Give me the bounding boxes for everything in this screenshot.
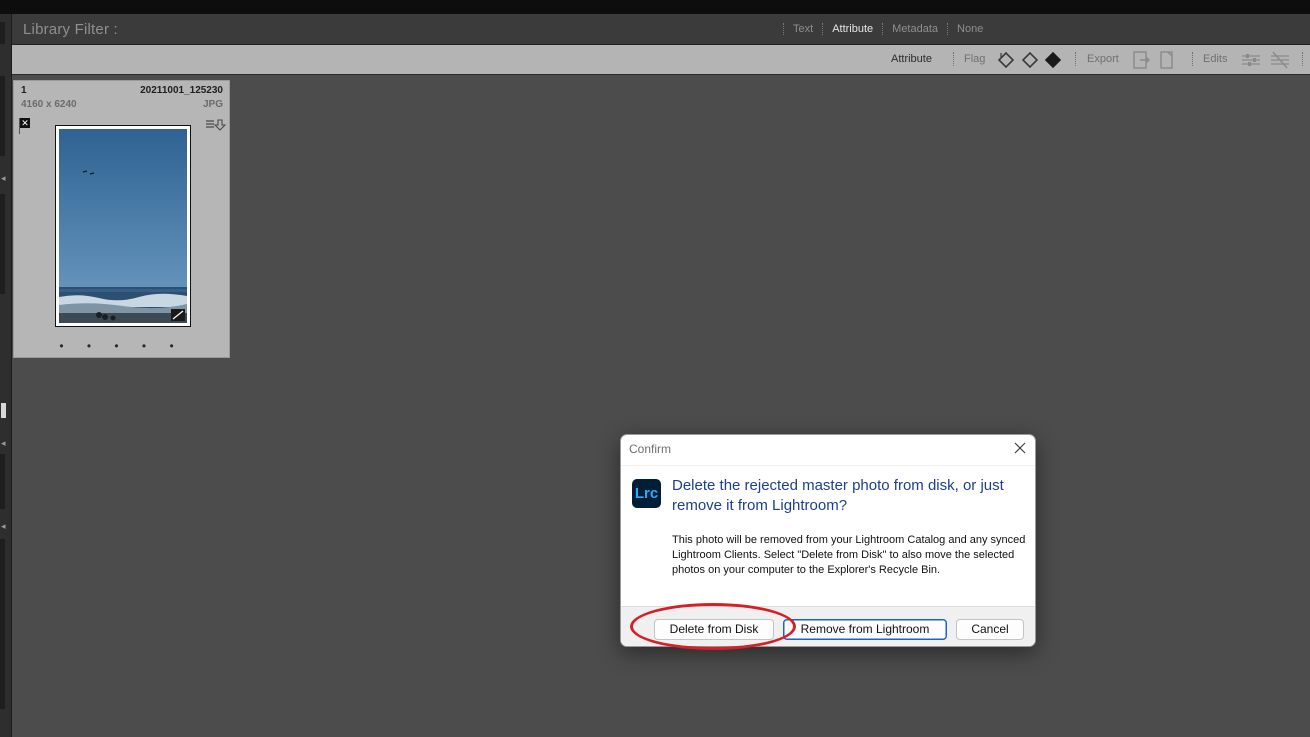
attribute-filter-bar: Attribute Flag Export Edits [12, 45, 1310, 75]
edits-label: Edits [1203, 53, 1228, 65]
panel-scroll-thumb[interactable] [1, 403, 6, 418]
panel-notch [0, 539, 5, 709]
photo-index: 1 [21, 85, 27, 96]
export-edited-icon[interactable] [1130, 49, 1152, 71]
library-filter-bar: Library Filter : Text Attribute Metadata… [12, 14, 1310, 45]
separator [1075, 52, 1076, 66]
separator [822, 23, 824, 35]
tab-text[interactable]: Text [793, 23, 813, 35]
separator [947, 23, 949, 35]
attribute-label: Attribute [891, 53, 932, 65]
photo-filetype: JPG [202, 99, 223, 110]
collapse-arrow-icon[interactable]: ◂ [1, 174, 6, 183]
flag-label: Flag [964, 53, 986, 65]
close-icon[interactable] [1013, 441, 1027, 455]
panel-notch [0, 454, 5, 509]
collapse-arrow-icon[interactable]: ◂ [1, 522, 6, 531]
tab-none[interactable]: None [957, 23, 983, 35]
panel-notch [0, 22, 5, 44]
collapse-arrow-icon[interactable]: ◂ [1, 439, 6, 448]
flag-pick-filter-icon[interactable] [995, 49, 1017, 71]
separator [1302, 52, 1303, 66]
confirm-dialog: Confirm Lrc Delete the rejected master p… [620, 434, 1036, 647]
tab-attribute[interactable]: Attribute [832, 23, 873, 35]
delete-from-disk-button[interactable]: Delete from Disk [654, 619, 774, 640]
export-label: Export [1087, 53, 1119, 65]
dialog-heading: Delete the rejected master photo from di… [672, 477, 1004, 514]
remove-from-lightroom-button[interactable]: Remove from Lightroom [783, 619, 947, 640]
rejected-flag-icon[interactable]: ✕ [20, 118, 30, 128]
separator [953, 52, 954, 66]
export-unedited-icon[interactable] [1156, 49, 1178, 71]
cancel-button[interactable]: Cancel [956, 619, 1024, 640]
panel-notch [0, 194, 5, 294]
separator [783, 23, 784, 35]
photo-grid-cell[interactable]: 1 20211001_125230 4160 x 6240 JPG ✕ • • … [13, 80, 230, 358]
top-strip [0, 0, 1310, 14]
dialog-body: Lrc Delete the rejected master photo fro… [621, 465, 1035, 607]
flag-unflagged-filter-icon[interactable] [1019, 49, 1041, 71]
photo-dimensions: 4160 x 6240 [21, 99, 77, 110]
left-panel-collapsed[interactable]: ◂ ◂ ◂ [0, 14, 12, 737]
dialog-footer: Delete from Disk Remove from Lightroom C… [621, 606, 1035, 646]
rating-dots[interactable]: • • • • • [14, 339, 229, 353]
panel-notch [0, 76, 5, 156]
tab-metadata[interactable]: Metadata [892, 23, 938, 35]
library-filter-title: Library Filter : [23, 21, 118, 38]
dialog-message: This photo will be removed from your Lig… [672, 534, 1026, 576]
filter-tabs: Text Attribute Metadata None [774, 23, 983, 35]
edited-sliders-icon[interactable] [1240, 49, 1262, 71]
flag-rejected-filter-icon[interactable] [1042, 49, 1064, 71]
beach-photo-image [59, 129, 187, 323]
metadata-badge-icon[interactable] [204, 118, 226, 132]
separator [1192, 52, 1193, 66]
photo-thumbnail[interactable] [55, 125, 191, 327]
lightroom-classic-logo-icon: Lrc [632, 479, 661, 508]
dialog-title: Confirm [629, 442, 672, 456]
photo-filename: 20211001_125230 [140, 85, 223, 96]
unedited-sliders-icon[interactable] [1269, 49, 1291, 71]
separator [882, 23, 884, 35]
